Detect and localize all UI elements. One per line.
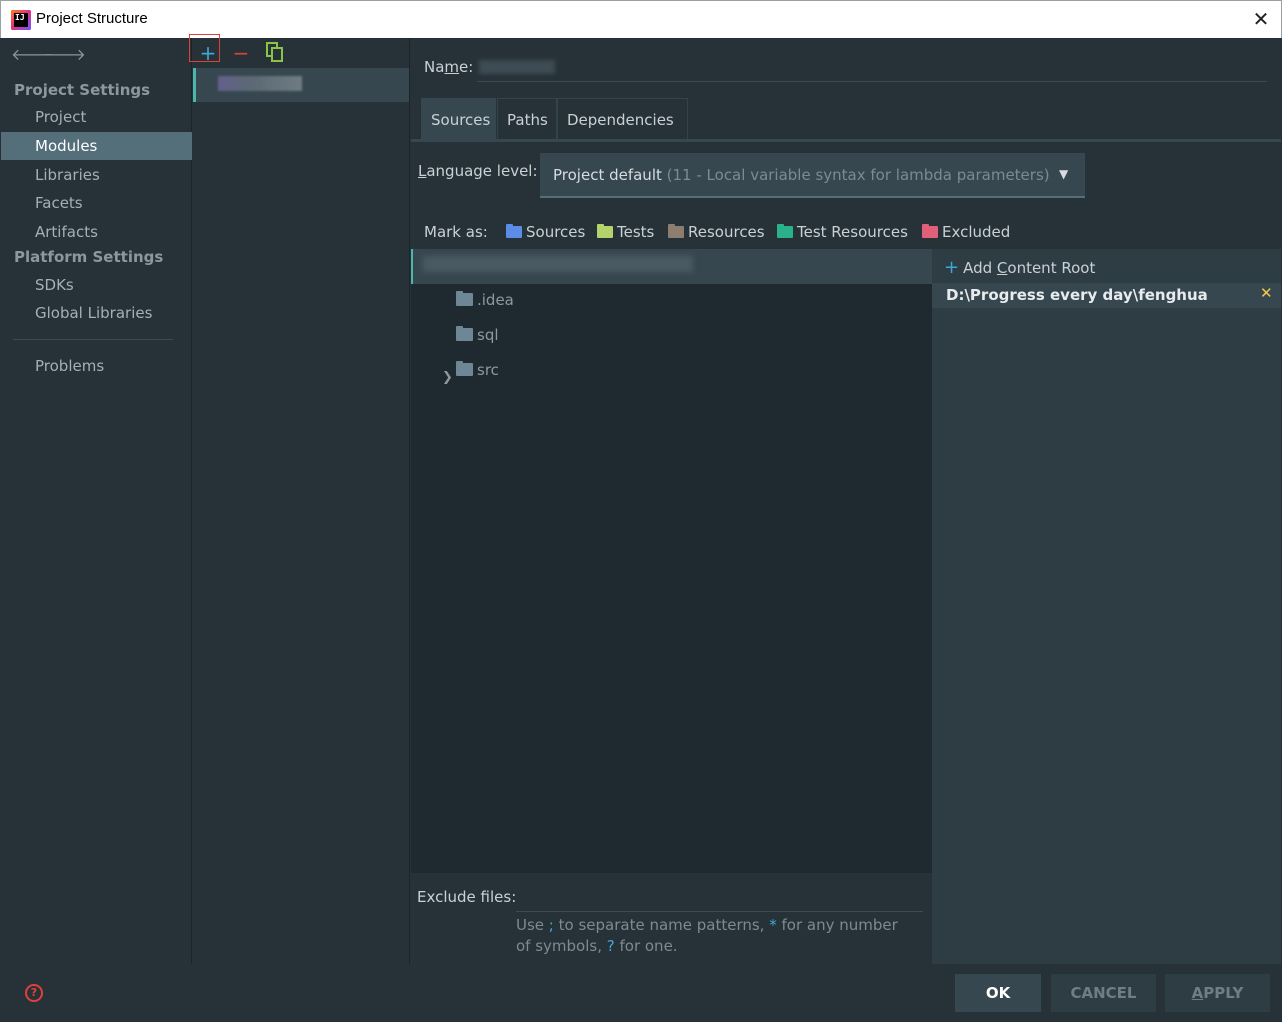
mark-excluded-label: Excluded — [942, 223, 1011, 241]
sidebar-item-global-libraries[interactable]: Global Libraries — [1, 299, 192, 327]
project-settings-header: Project Settings — [14, 81, 151, 99]
platform-settings-header: Platform Settings — [14, 248, 164, 266]
cancel-button[interactable]: CANCEL — [1051, 974, 1156, 1012]
back-arrow-icon[interactable]: 🡐 — [11, 46, 54, 64]
apply-button[interactable]: APPLY — [1165, 974, 1270, 1012]
close-window-icon[interactable]: ✕ — [1251, 9, 1271, 29]
module-name-redacted — [479, 60, 555, 74]
resources-folder-icon — [668, 224, 684, 238]
content-root-path: D:\Progress every day\fenghua — [946, 286, 1208, 304]
sidebar-item-sdks[interactable]: SDKs — [1, 271, 192, 299]
exclude-files-hint: Use ; to separate name patterns, * for a… — [516, 915, 916, 957]
mark-resources-button[interactable]: Resources — [668, 223, 765, 243]
mark-resources-label: Resources — [688, 223, 765, 241]
module-name-redacted — [218, 76, 302, 91]
hint-star: * — [769, 916, 777, 934]
mark-tests-button[interactable]: Tests — [597, 223, 654, 243]
dropdown-arrow-icon: ▼ — [1059, 167, 1069, 181]
test-resources-folder-icon — [777, 224, 793, 238]
tree-node-label: src — [477, 361, 499, 379]
tree-node-sql[interactable]: sql — [456, 326, 499, 350]
module-name-field[interactable] — [477, 54, 1267, 82]
module-list-panel: + − — [189, 34, 410, 964]
add-module-button[interactable]: + — [197, 42, 219, 64]
excluded-folder-icon — [922, 224, 938, 238]
ok-button[interactable]: OK — [955, 974, 1041, 1012]
tests-folder-icon — [597, 224, 613, 238]
mark-sources-label: Sources — [526, 223, 586, 241]
sidebar-item-artifacts[interactable]: Artifacts — [1, 218, 192, 246]
tab-underline — [411, 139, 1281, 142]
content-roots-panel: + Add Content Root D:\Progress every day\… — [932, 249, 1281, 964]
tree-node-src[interactable]: src — [456, 361, 499, 385]
sidebar-item-facets[interactable]: Facets — [1, 189, 192, 217]
folder-icon — [456, 291, 473, 306]
tree-node-label: sql — [477, 326, 499, 344]
sidebar-item-problems[interactable]: Problems — [1, 352, 192, 380]
tree-node-label: .idea — [477, 291, 514, 309]
settings-sidebar: 🡐 🡒 Project Settings Project Modules Lib… — [1, 38, 192, 964]
remove-module-button[interactable]: − — [230, 42, 252, 64]
hint-question: ? — [606, 937, 615, 955]
sidebar-item-modules[interactable]: Modules — [1, 132, 192, 160]
mark-test-resources-label: Test Resources — [797, 223, 908, 241]
content-root-row[interactable]: D:\Progress every day\fenghua ✕ — [932, 283, 1281, 308]
tab-dependencies[interactable]: Dependencies — [557, 98, 688, 140]
language-level-label: Language level: — [418, 162, 538, 180]
language-level-value: Project default (11 - Local variable syn… — [553, 166, 1050, 184]
tree-root-node[interactable] — [411, 249, 932, 284]
source-tree: .idea sql ❯ src — [411, 249, 932, 873]
mark-tests-label: Tests — [617, 223, 655, 241]
copy-module-button[interactable] — [264, 42, 286, 64]
hint-text: to separate name patterns, — [553, 916, 770, 934]
dialog-footer: ? OK CANCEL APPLY — [1, 964, 1281, 1021]
chevron-right-icon[interactable]: ❯ — [442, 370, 453, 385]
exclude-files-input[interactable] — [516, 880, 923, 912]
sidebar-item-project[interactable]: Project — [1, 103, 192, 131]
module-list-item[interactable] — [193, 68, 409, 102]
mark-as-label: Mark as: — [424, 223, 488, 241]
plus-icon: + — [944, 257, 960, 278]
add-content-root-label: Add Content Root — [963, 259, 1096, 277]
module-editor: Name: Sources Paths Dependencies Languag… — [411, 38, 1281, 964]
add-content-root-button[interactable]: + Add Content Root — [944, 257, 1095, 278]
folder-icon — [456, 326, 473, 341]
title-bar: IJ Project Structure ✕ — [0, 0, 1282, 38]
sources-folder-icon — [506, 224, 522, 238]
copy-icon — [266, 42, 283, 62]
folder-icon — [456, 361, 473, 376]
forward-arrow-icon[interactable]: 🡒 — [43, 46, 86, 64]
sidebar-divider — [13, 339, 173, 340]
mark-sources-button[interactable]: Sources — [506, 223, 585, 243]
help-icon[interactable]: ? — [25, 984, 43, 1002]
mark-excluded-button[interactable]: Excluded — [922, 223, 1010, 243]
name-label: Name: — [424, 58, 474, 76]
tab-paths[interactable]: Paths — [497, 98, 557, 140]
language-level-dropdown[interactable]: Project default (11 - Local variable syn… — [540, 153, 1085, 198]
remove-root-icon[interactable]: ✕ — [1260, 284, 1273, 302]
tree-node-idea[interactable]: .idea — [456, 291, 514, 315]
sidebar-item-libraries[interactable]: Libraries — [1, 161, 192, 189]
language-level-detail: (11 - Local variable syntax for lambda p… — [666, 166, 1050, 184]
window-title: Project Structure — [36, 10, 148, 27]
tab-sources[interactable]: Sources — [421, 98, 496, 140]
mark-test-resources-button[interactable]: Test Resources — [777, 223, 908, 243]
exclude-files-label: Exclude files: — [417, 888, 517, 906]
hint-text: for one. — [614, 937, 678, 955]
intellij-app-icon: IJ — [11, 10, 31, 30]
language-level-selected: Project default — [553, 166, 662, 184]
hint-text: Use — [516, 916, 549, 934]
tree-root-redacted — [423, 256, 693, 272]
